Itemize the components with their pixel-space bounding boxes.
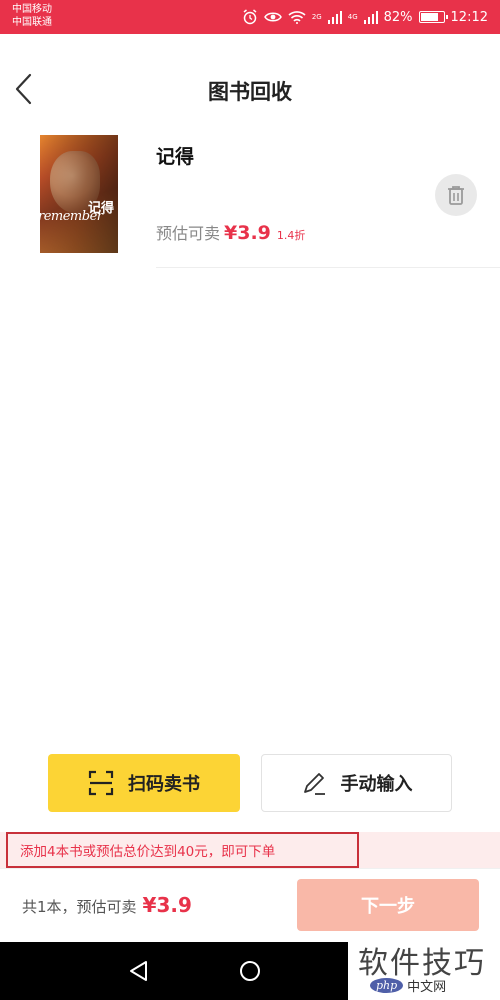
- price-row: 预估可卖 ¥3.9 1.4折: [156, 220, 305, 244]
- manual-input-button[interactable]: 手动输入: [261, 754, 452, 812]
- next-step-label: 下一步: [361, 896, 415, 917]
- network-type-1: 2G: [311, 13, 322, 21]
- signal-icon-2: [363, 10, 378, 24]
- notice-highlight: 添加4本书或预估总价达到40元，即可下单: [6, 832, 359, 868]
- battery-icon: [418, 11, 448, 23]
- scan-icon: [88, 770, 114, 796]
- item-divider: [156, 267, 500, 268]
- watermark-site: 中文网: [407, 980, 447, 995]
- cover-word: remember: [40, 209, 103, 224]
- page-title: 图书回收: [208, 80, 292, 104]
- header: 图书回收: [0, 34, 500, 144]
- book-list-item[interactable]: 记得 remember 记得 预估可卖 ¥3.9 1.4折: [0, 130, 500, 268]
- php-logo-icon: php: [370, 978, 404, 993]
- scan-sell-label: 扫码卖书: [128, 774, 200, 795]
- carrier-2: 中国联通: [12, 17, 52, 28]
- notice-text: 添加4本书或预估总价达到40元，即可下单: [20, 844, 276, 860]
- total-label: 共1本，预估可卖: [22, 898, 137, 916]
- battery-percent: 82%: [383, 9, 413, 25]
- wifi-icon: [288, 10, 306, 24]
- trash-icon: [448, 186, 464, 205]
- signal-icon-1: [327, 10, 342, 24]
- status-bar: 中国移动 中国联通 2G 4G 82% 12:12: [0, 0, 500, 34]
- nav-back-button[interactable]: [128, 960, 150, 986]
- alarm-icon: [242, 9, 258, 25]
- delete-button[interactable]: [435, 174, 477, 216]
- book-cover: 记得 remember: [40, 135, 118, 253]
- scan-sell-button[interactable]: 扫码卖书: [48, 754, 240, 812]
- manual-input-label: 手动输入: [340, 774, 413, 795]
- eye-icon: [263, 11, 282, 23]
- carrier-info: 中国移动 中国联通: [12, 3, 52, 29]
- pencil-icon: [303, 773, 325, 795]
- triangle-back-icon: [130, 961, 147, 981]
- watermark: 软件技巧 php 中文网: [348, 934, 500, 1000]
- price-value: ¥3.9: [224, 222, 271, 244]
- status-icons: 2G 4G 82% 12:12: [242, 0, 488, 34]
- carrier-1: 中国移动: [12, 4, 52, 15]
- notice-bar: 添加4本书或预估总价达到40元，即可下单: [0, 832, 500, 868]
- discount-label: 1.4折: [276, 229, 306, 242]
- book-title: 记得: [156, 146, 195, 168]
- total-price: ¥3.9: [142, 893, 192, 917]
- price-label: 预估可卖: [156, 224, 221, 243]
- circle-home-icon: [240, 961, 260, 981]
- battery-level: [420, 13, 438, 21]
- total-summary: 共1本，预估可卖 ¥3.9: [22, 893, 192, 917]
- next-step-button[interactable]: 下一步: [297, 879, 479, 931]
- watermark-logo: php 中文网: [370, 976, 446, 995]
- nav-home-button[interactable]: [239, 960, 261, 986]
- checkout-bar: 共1本，预估可卖 ¥3.9 下一步: [0, 868, 500, 942]
- network-type-2: 4G: [347, 13, 358, 21]
- clock: 12:12: [450, 9, 488, 25]
